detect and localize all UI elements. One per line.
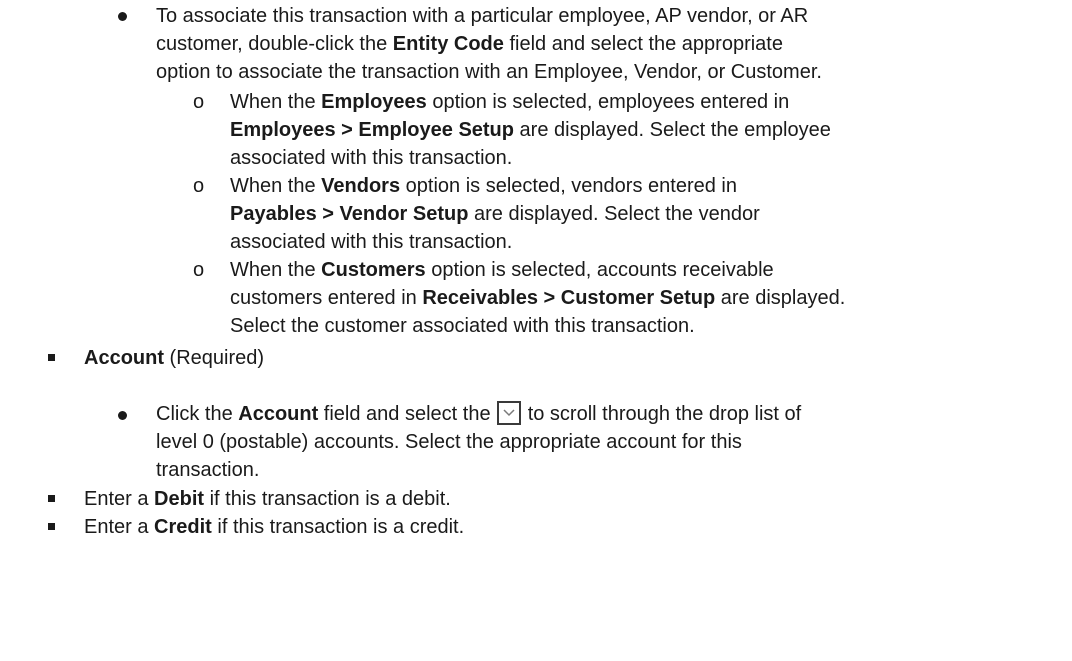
account-heading: Account (Required)	[84, 344, 264, 372]
text: associated with this transaction.	[230, 231, 513, 253]
bullet-circle: o	[193, 91, 205, 113]
text: When the	[230, 259, 322, 281]
bold-text: Receivables > Customer Setup	[422, 287, 716, 309]
vendors-line-1: When the Vendors option is selected, ven…	[230, 172, 737, 200]
text: customer, double-click the	[156, 33, 393, 55]
account-line-3: transaction.	[156, 456, 259, 484]
entity-line-2: customer, double-click the Entity Code f…	[156, 30, 783, 58]
customers-line-3: Select the customer associated with this…	[230, 312, 695, 340]
text: (Required)	[164, 347, 265, 369]
text: option is selected, vendors entered in	[400, 175, 737, 197]
bold-text: Debit	[154, 488, 205, 510]
bullet-square	[48, 354, 55, 361]
bullet-dot	[118, 12, 127, 21]
text: are displayed. Select the employee	[514, 119, 831, 141]
customers-line-1: When the Customers option is selected, a…	[230, 256, 774, 284]
text: option is selected, employees entered in	[426, 91, 790, 113]
employees-line-3: associated with this transaction.	[230, 144, 512, 172]
entity-line-3: option to associate the transaction with…	[156, 58, 822, 86]
bullet-square	[48, 495, 55, 502]
bullet-circle: o	[193, 259, 205, 281]
debit-line: Enter a Debit if this transaction is a d…	[84, 485, 451, 513]
text: to scroll through the drop list of	[522, 403, 802, 425]
text: option to associate the transaction with…	[156, 61, 822, 83]
text: are displayed. Select the vendor	[468, 203, 760, 225]
bold-text: Entity Code	[392, 33, 504, 55]
bold-text: Vendors	[321, 175, 401, 197]
text: When the	[230, 175, 322, 197]
text: if this transaction is a debit.	[204, 488, 451, 510]
text: When the	[230, 91, 322, 113]
text: field and select the appropriate	[503, 33, 783, 55]
bold-text: Payables > Vendor Setup	[230, 203, 469, 225]
employees-line-2: Employees > Employee Setup are displayed…	[230, 116, 831, 144]
chevron-down-icon	[497, 401, 522, 425]
text: Enter a	[84, 516, 155, 538]
text: if this transaction is a credit.	[211, 516, 465, 538]
account-line-1: Click the Account field and select the t…	[156, 400, 801, 428]
vendors-line-3: associated with this transaction.	[230, 228, 512, 256]
text: transaction.	[156, 459, 260, 481]
text: level 0 (postable) accounts. Select the …	[156, 431, 742, 453]
bold-text: Employees	[321, 91, 427, 113]
bullet-dot	[118, 411, 127, 420]
bullet-square	[48, 523, 55, 530]
bold-text: Customers	[321, 259, 426, 281]
text: Click the	[156, 403, 239, 425]
bold-text: Employees > Employee Setup	[230, 119, 514, 141]
entity-line-1: To associate this transaction with a par…	[156, 2, 808, 30]
employees-line-1: When the Employees option is selected, e…	[230, 88, 789, 116]
text: associated with this transaction.	[230, 147, 513, 169]
bold-text: Account	[238, 403, 319, 425]
text: field and select the	[318, 403, 497, 425]
bullet-circle: o	[193, 175, 205, 197]
credit-line: Enter a Credit if this transaction is a …	[84, 513, 464, 541]
account-line-2: level 0 (postable) accounts. Select the …	[156, 428, 742, 456]
text: are displayed.	[715, 287, 846, 309]
bold-text: Credit	[154, 516, 212, 538]
document-page: To associate this transaction with a par…	[0, 0, 1072, 661]
text: Enter a	[84, 488, 155, 510]
text: Select the customer associated with this…	[230, 315, 695, 337]
bold-text: Account	[84, 347, 164, 369]
text: option is selected, accounts receivable	[425, 259, 774, 281]
text: customers entered in	[230, 287, 423, 309]
customers-line-2: customers entered in Receivables > Custo…	[230, 284, 845, 312]
vendors-line-2: Payables > Vendor Setup are displayed. S…	[230, 200, 760, 228]
text: To associate this transaction with a par…	[156, 5, 809, 27]
